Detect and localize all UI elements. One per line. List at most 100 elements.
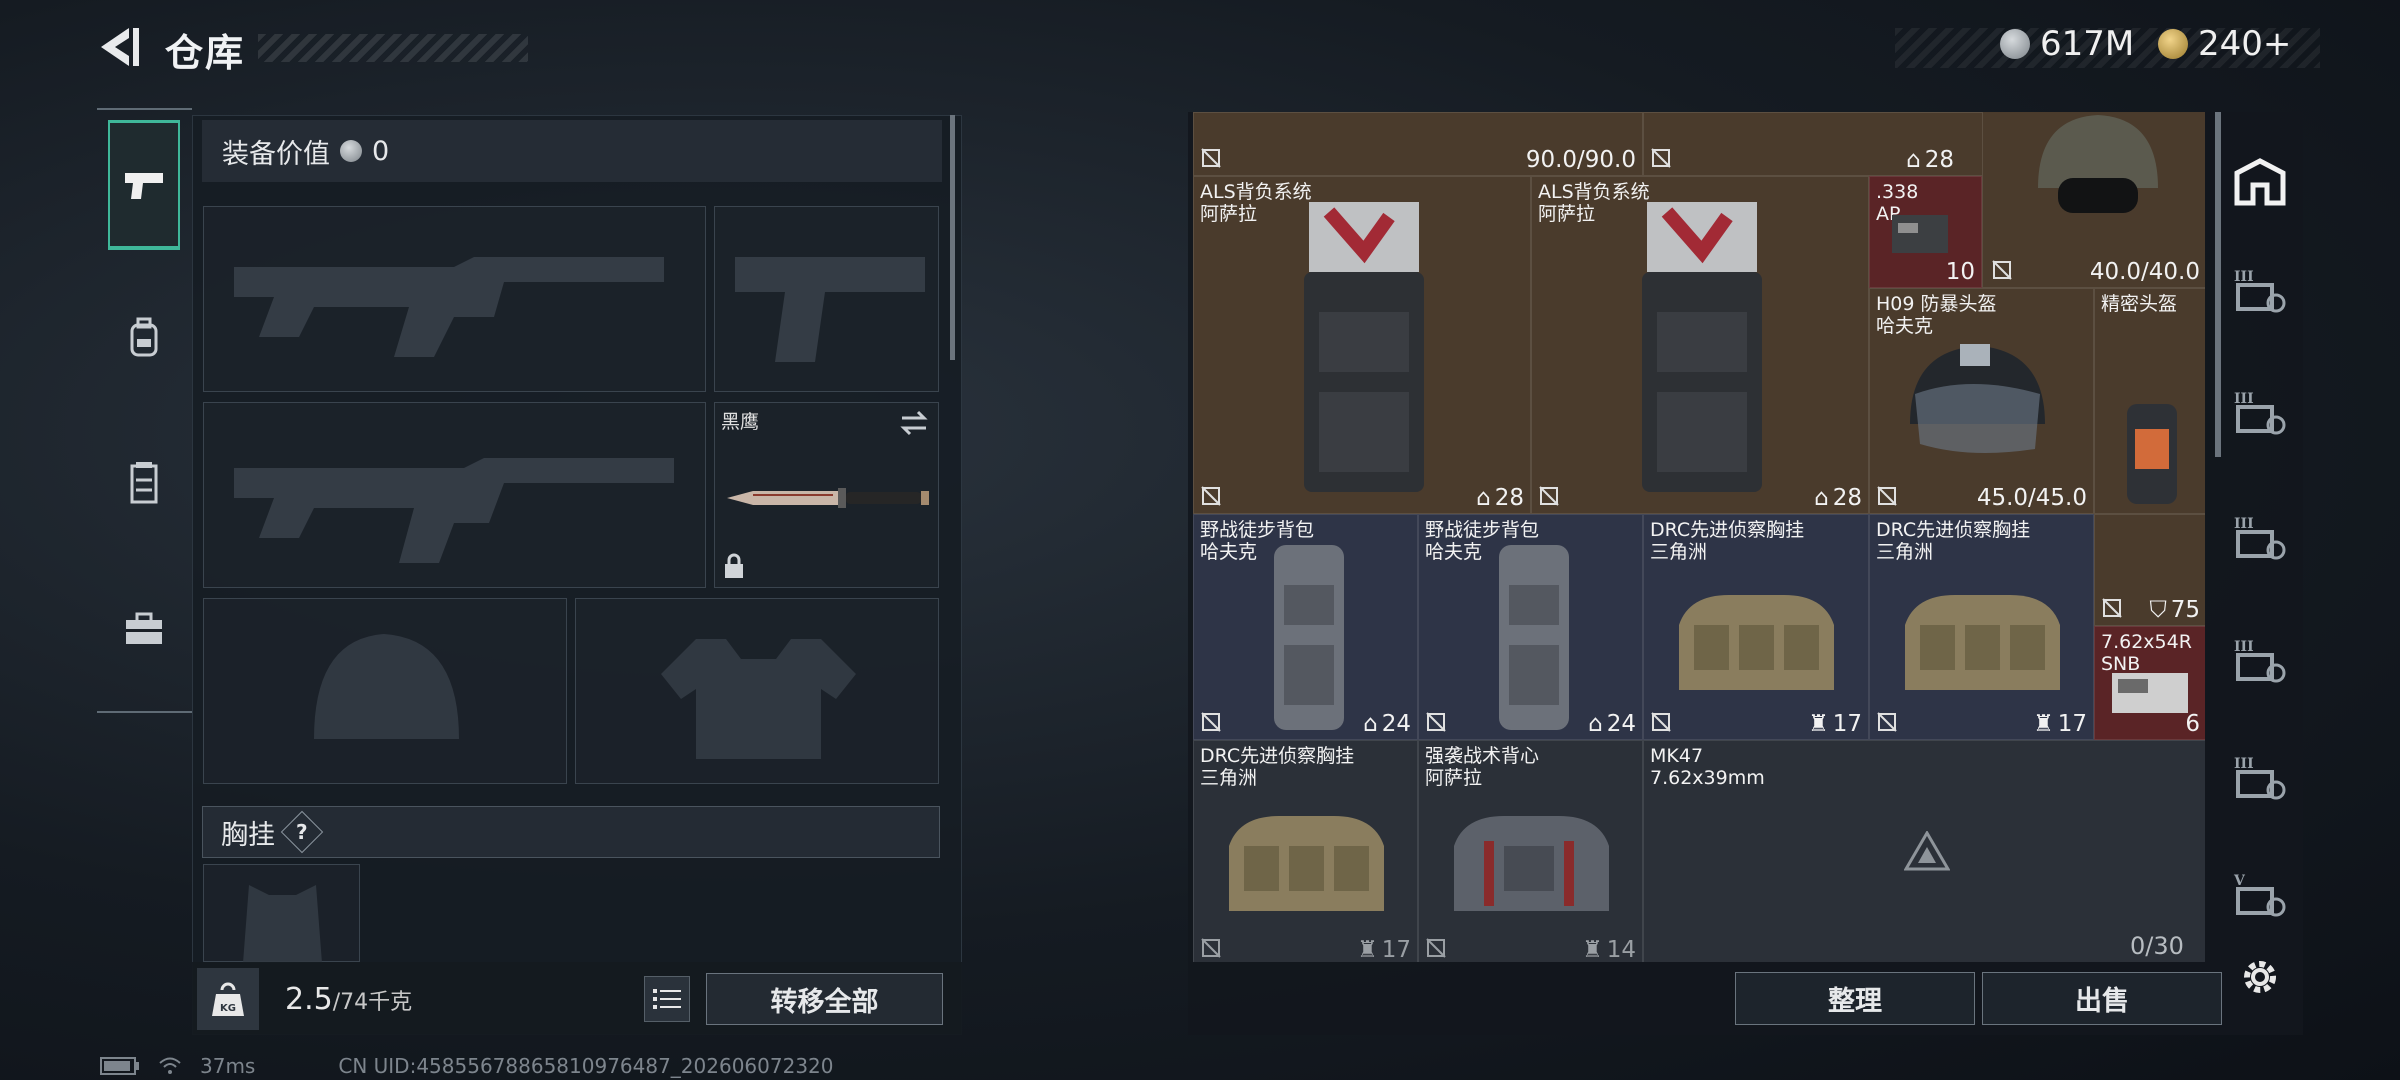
tab-weapons[interactable]	[108, 120, 180, 250]
pistol-icon	[125, 172, 163, 199]
transfer-all-button[interactable]: 转移全部	[706, 973, 943, 1025]
warehouse-item[interactable]: MK47 7.62x39mm	[1643, 740, 2205, 962]
item-count: ♜ 17	[1808, 711, 1862, 737]
item-name-line: 强袭战术背心	[1425, 745, 1540, 767]
no-insure-icon	[1201, 148, 1221, 168]
kg-weight-icon: KG	[197, 968, 259, 1030]
back-button[interactable]	[95, 22, 145, 72]
list-view-button[interactable]	[644, 976, 690, 1022]
equipment-value: 0	[372, 135, 390, 167]
no-insure-icon	[1651, 148, 1671, 168]
pistol-slot[interactable]	[714, 206, 939, 392]
weight-readout: 2.5/74千克	[285, 982, 412, 1017]
help-icon[interactable]: ?	[280, 810, 324, 854]
primary-weapon-slot[interactable]	[203, 206, 706, 392]
warehouse-item[interactable]: ⛉ 75	[2094, 514, 2205, 626]
warehouse-iii-icon[interactable]: III	[2228, 628, 2292, 692]
settings-gear-icon[interactable]	[2228, 945, 2292, 1009]
item-name-line: DRC先进侦察胸挂	[1650, 519, 1805, 541]
shield-icon: ⛉	[2149, 597, 2167, 623]
home-icon[interactable]	[2228, 150, 2292, 214]
sell-button[interactable]: 出售	[1982, 972, 2222, 1025]
armor-value-number: 75	[2170, 597, 2200, 623]
weight-current: 2.5	[285, 982, 333, 1017]
warehouse-iii-icon[interactable]: III	[2228, 258, 2292, 322]
item-name: DRC先进侦察胸挂 三角洲	[1650, 519, 1804, 563]
tab-items[interactable]	[108, 565, 180, 695]
item-count-value: 17	[1381, 937, 1411, 962]
no-insure-icon	[1201, 938, 1221, 958]
kettlebell-icon: KG	[212, 982, 244, 1016]
user-uid: CN UID:458556788658109764​87_20260607232…	[338, 1054, 834, 1078]
warehouse-iii-icon[interactable]: III	[2228, 505, 2292, 569]
sort-button[interactable]: 整理	[1735, 972, 1975, 1025]
body-armor-slot[interactable]	[575, 598, 939, 784]
tab-gear[interactable]	[108, 272, 180, 402]
item-sub: 三角洲	[1200, 767, 1258, 789]
chest-rig-header: 胸挂 ?	[202, 806, 940, 858]
warehouse-item[interactable]: 野战徒步背包 哈夫克 ⌂ 24	[1418, 514, 1643, 740]
durability: 40.0/40.0	[2089, 259, 2200, 285]
pistol-silhouette-icon	[735, 257, 925, 362]
item-count: ⌂ 28	[1906, 147, 1954, 173]
backpack-large-icon	[1642, 202, 1762, 492]
swap-arrows-icon[interactable]	[898, 409, 930, 437]
item-name: DRC先进侦察胸挂 三角洲	[1200, 745, 1354, 789]
item-count: ♜ 17	[1357, 937, 1411, 962]
rig-icon: ♜	[1808, 711, 1829, 737]
item-count-value: 14	[1606, 937, 1636, 962]
currency-b-value: 240+	[2198, 24, 2292, 64]
item-name-line: .338	[1876, 181, 1919, 203]
riot-helmet-icon	[1910, 344, 2045, 453]
rifle-silhouette-icon	[234, 257, 664, 357]
warehouse-item[interactable]: DRC先进侦察胸挂 三角洲 ♜ 17	[1869, 514, 2094, 740]
item-sub: 三角洲	[1650, 541, 1708, 563]
warehouse-item[interactable]: .338 AP 10	[1869, 176, 1982, 288]
warehouse-item[interactable]: 精密头盔	[2094, 288, 2205, 514]
warehouse-iii-icon[interactable]: III	[2228, 380, 2292, 444]
bag-icon: ⌂	[1588, 711, 1603, 737]
lock-icon	[725, 553, 743, 578]
warehouse-iii-icon[interactable]: III	[2228, 745, 2292, 809]
rig-icon: ♜	[1357, 937, 1378, 962]
ping-value: 37ms	[200, 1054, 256, 1078]
armor-silhouette-icon	[661, 639, 856, 759]
warehouse-item[interactable]: DRC先进侦察胸挂 三角洲 ♜ 17	[1643, 514, 1869, 740]
hiking-backpack-icon	[1274, 545, 1344, 730]
chest-rig-label: 胸挂	[221, 819, 275, 851]
secondary-weapon-slot[interactable]	[203, 402, 706, 588]
warehouse-item[interactable]: 强袭战术背心 阿萨拉 ♜ 14	[1418, 740, 1643, 962]
no-insure-icon	[1651, 712, 1671, 732]
item-count: ⌂ 24	[1363, 711, 1411, 737]
warehouse-scrollbar[interactable]	[2215, 112, 2221, 457]
equipment-value-label: 装备价值	[222, 138, 330, 170]
warehouse-item-partial[interactable]: 90.0/90.0	[1193, 112, 1643, 176]
currency-b[interactable]: 240+	[2158, 24, 2291, 64]
warehouse-item[interactable]: H09 防暴头盔 哈夫克 45.0/45.0	[1869, 288, 2094, 514]
warehouse-v-icon[interactable]: V	[2228, 862, 2292, 926]
item-count: 10	[1945, 259, 1975, 285]
warehouse-item[interactable]: DRC先进侦察胸挂 三角洲 ♜ 17	[1193, 740, 1418, 962]
equipment-value-row: 装备价值 0	[202, 120, 942, 182]
item-name-line: DRC先进侦察胸挂	[1876, 519, 2031, 541]
helmet-slot[interactable]	[203, 598, 567, 784]
loadout-scrollbar[interactable]	[950, 115, 955, 360]
item-name: MK47 7.62x39mm	[1650, 745, 1765, 789]
no-insure-icon	[1426, 712, 1446, 732]
warehouse-item[interactable]: 40.0/40.0	[1982, 112, 2205, 288]
warehouse-item[interactable]: ALS背负系统 阿萨拉 ⌂ 28	[1531, 176, 1869, 514]
item-count: 6	[2185, 711, 2200, 737]
warehouse-item[interactable]: 7.62x54R SNB 6	[2094, 626, 2205, 740]
warehouse-item[interactable]: 野战徒步背包 哈夫克 ⌂ 24	[1193, 514, 1418, 740]
item-count-value: 17	[1832, 711, 1862, 737]
warehouse-item[interactable]: ALS背负系统 阿萨拉 ⌂ 28	[1193, 176, 1531, 514]
chest-rig-slot[interactable]	[203, 864, 360, 963]
item-name-line: 7.62x54R	[2101, 631, 2192, 653]
item-count: ⌂ 28	[1814, 485, 1862, 511]
help-icon-glyph: ?	[296, 819, 308, 844]
melee-slot[interactable]: 黑鹰	[714, 402, 939, 588]
hiking-backpack-icon	[1499, 545, 1569, 730]
wifi-icon	[159, 1057, 181, 1074]
item-name-line: MK47	[1650, 745, 1704, 767]
tab-chest[interactable]	[108, 418, 180, 548]
